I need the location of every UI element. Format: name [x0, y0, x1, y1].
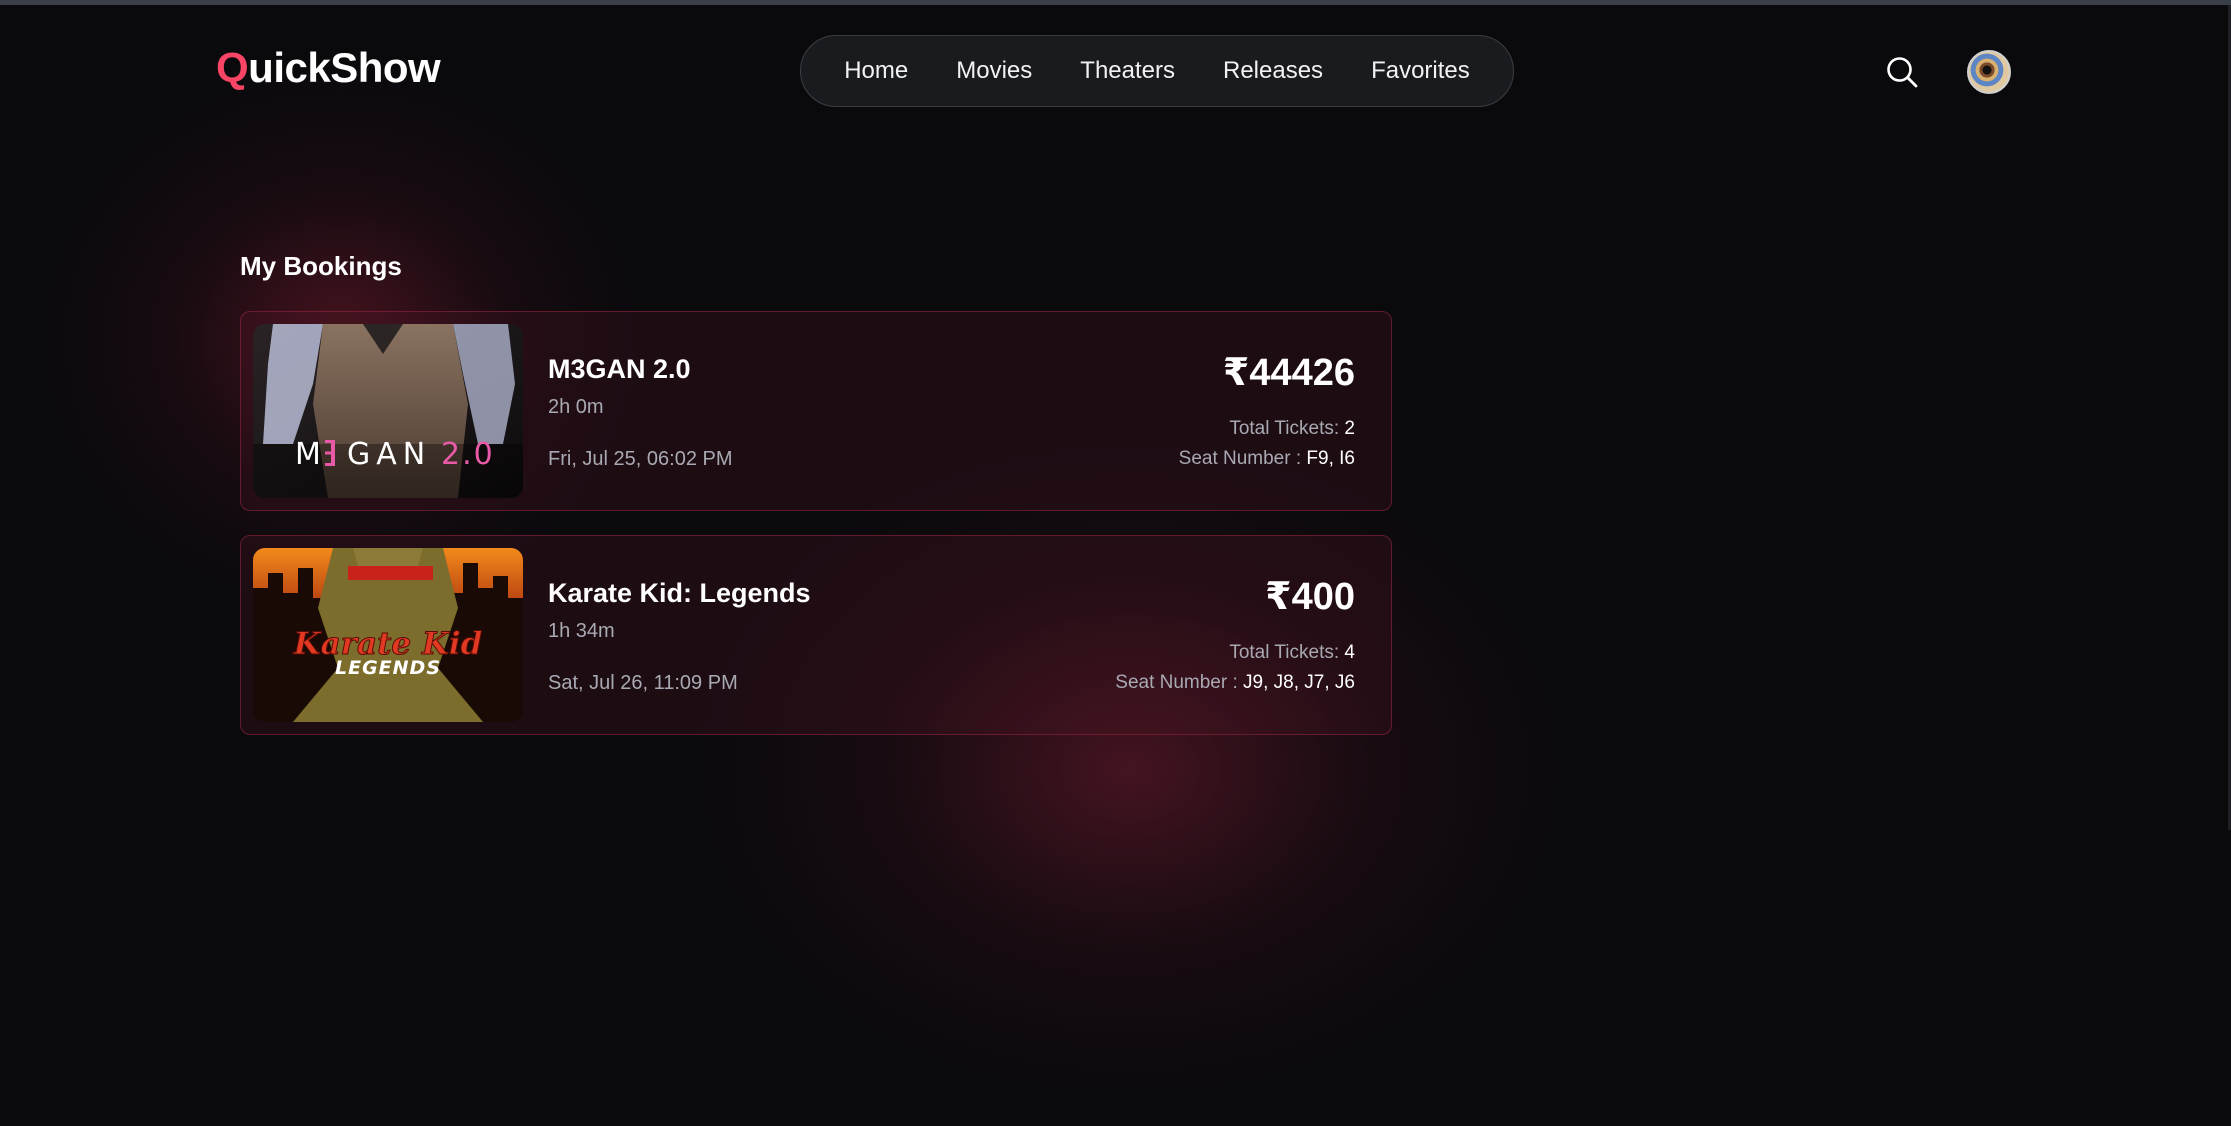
window-top-border — [0, 0, 2231, 5]
total-tickets: Total Tickets: 4 — [1229, 642, 1355, 664]
movie-poster: Karate Kid LEGENDS — [253, 548, 523, 722]
total-tickets-label: Total Tickets: — [1229, 418, 1340, 439]
movie-poster: M GAN 2.0 — [253, 324, 523, 498]
total-tickets-value: 2 — [1344, 418, 1355, 439]
main-nav: Home Movies Theaters Releases Favorites — [800, 35, 1514, 107]
poster-text-1: M — [295, 437, 327, 472]
seat-numbers-value: F9, I6 — [1306, 448, 1355, 469]
nav-theaters[interactable]: Theaters — [1080, 57, 1175, 85]
total-tickets: Total Tickets: 2 — [1229, 418, 1355, 440]
background-glow-center — [680, 430, 1580, 1110]
show-datetime: Fri, Jul 25, 06:02 PM — [548, 448, 733, 470]
seat-numbers-label: Seat Number : — [1115, 672, 1238, 693]
booking-price: ₹44426 — [1222, 352, 1355, 394]
total-tickets-value: 4 — [1344, 642, 1355, 663]
logo-initial: Q — [216, 44, 249, 91]
nav-movies[interactable]: Movies — [956, 57, 1032, 85]
poster-text-2: LEGENDS — [335, 657, 441, 679]
nav-favorites[interactable]: Favorites — [1371, 57, 1470, 85]
movie-title: M3GAN 2.0 — [548, 354, 691, 384]
nav-home[interactable]: Home — [844, 57, 908, 85]
search-icon[interactable] — [1885, 55, 1919, 89]
booking-price: ₹400 — [1265, 576, 1355, 618]
seat-numbers: Seat Number : F9, I6 — [1179, 448, 1355, 470]
seat-numbers: Seat Number : J9, J8, J7, J6 — [1115, 672, 1355, 694]
booking-card: Karate Kid LEGENDS Karate Kid: Legends 1… — [240, 535, 1392, 735]
logo[interactable]: QuickShow — [216, 44, 441, 92]
poster-text-3: 2.0 — [441, 437, 495, 472]
logo-text: uickShow — [248, 44, 441, 91]
total-tickets-label: Total Tickets: — [1229, 642, 1340, 663]
poster-text-2: GAN — [347, 437, 431, 472]
booking-card: M GAN 2.0 M3GAN 2.0 2h 0m Fri, Jul 25, 0… — [240, 311, 1392, 511]
seat-numbers-label: Seat Number : — [1178, 448, 1302, 469]
movie-runtime: 1h 34m — [548, 620, 615, 642]
movie-title: Karate Kid: Legends — [548, 578, 811, 608]
nav-releases[interactable]: Releases — [1223, 57, 1323, 85]
movie-runtime: 2h 0m — [548, 396, 604, 418]
user-avatar[interactable] — [1967, 50, 2011, 94]
seat-numbers-value: J9, J8, J7, J6 — [1243, 672, 1355, 693]
show-datetime: Sat, Jul 26, 11:09 PM — [548, 672, 738, 694]
page-title: My Bookings — [240, 251, 402, 281]
